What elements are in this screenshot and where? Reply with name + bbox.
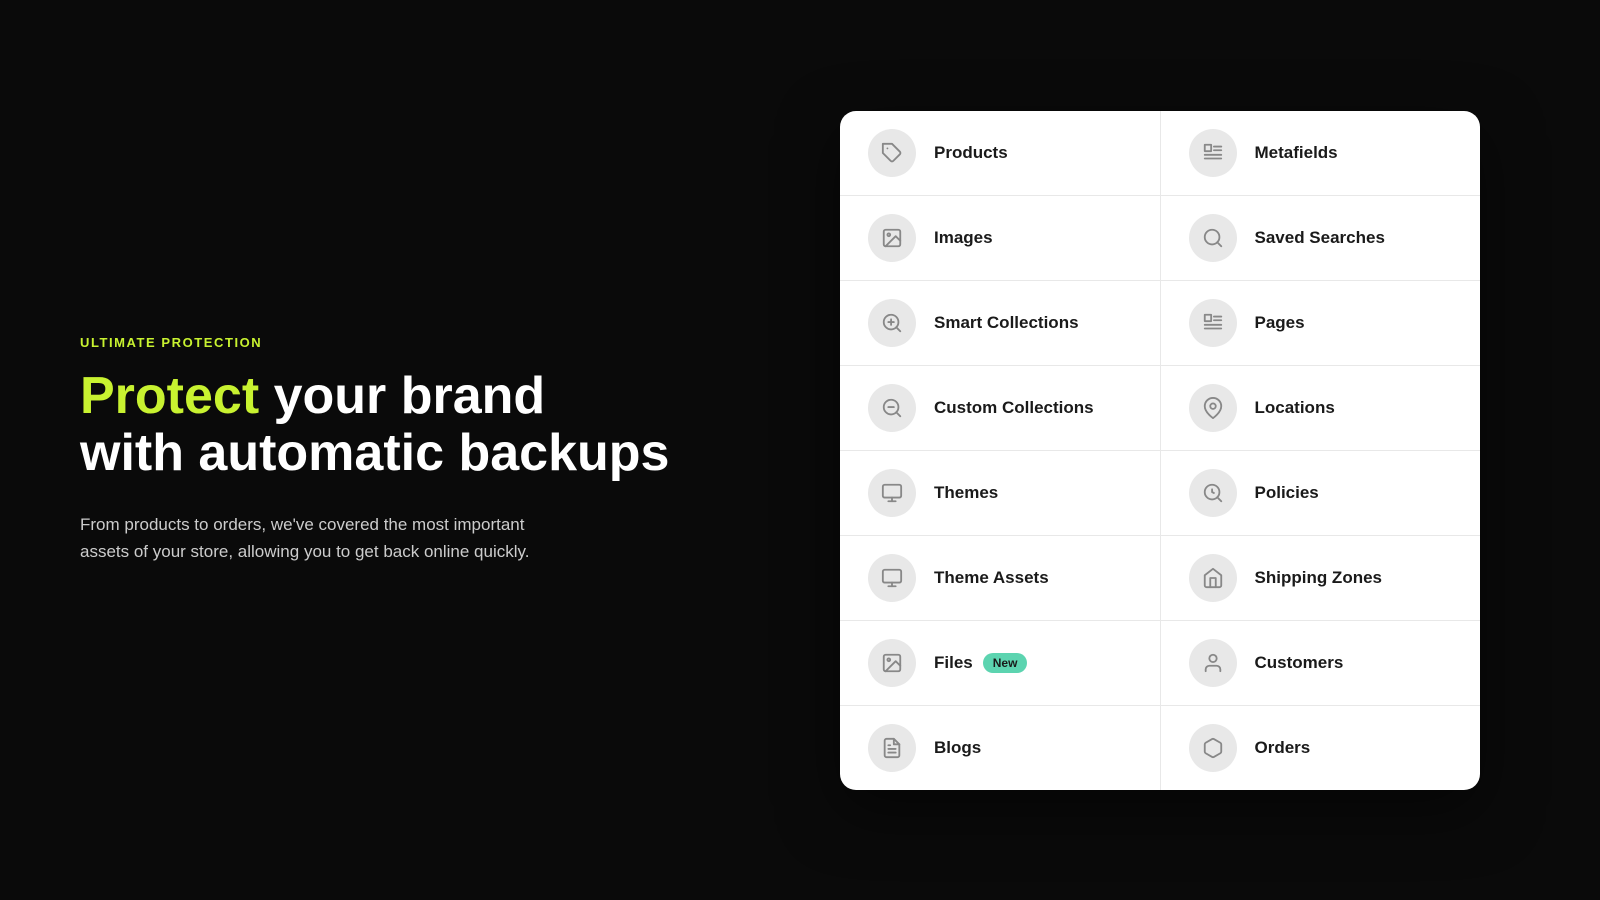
shipping-zones-cell[interactable]: Shipping Zones xyxy=(1161,536,1481,620)
policies-cell[interactable]: Policies xyxy=(1161,451,1481,535)
theme-assets-cell[interactable]: Theme Assets xyxy=(840,536,1161,620)
products-icon xyxy=(868,129,916,177)
blogs-icon xyxy=(868,724,916,772)
pages-cell[interactable]: Pages xyxy=(1161,281,1481,365)
products-cell[interactable]: Products xyxy=(840,111,1161,195)
files-icon xyxy=(868,639,916,687)
themes-cell[interactable]: Themes xyxy=(840,451,1161,535)
themes-icon xyxy=(868,469,916,517)
products-label: Products xyxy=(934,143,1008,163)
custom-collections-icon xyxy=(868,384,916,432)
grid-row: Theme Assets Shipping Zones xyxy=(840,536,1480,621)
policies-icon xyxy=(1189,469,1237,517)
images-cell[interactable]: Images xyxy=(840,196,1161,280)
metafields-icon xyxy=(1189,129,1237,177)
left-panel: ULTIMATE PROTECTION Protect your brand w… xyxy=(0,275,760,625)
pages-icon xyxy=(1189,299,1237,347)
grid-row: Files New Customers xyxy=(840,621,1480,706)
new-badge: New xyxy=(983,653,1028,673)
themes-label: Themes xyxy=(934,483,998,503)
orders-cell[interactable]: Orders xyxy=(1161,706,1481,790)
files-label: Files New xyxy=(934,653,1027,673)
shipping-zones-icon xyxy=(1189,554,1237,602)
shipping-zones-label: Shipping Zones xyxy=(1255,568,1383,588)
orders-icon xyxy=(1189,724,1237,772)
grid-row: Smart Collections Pages xyxy=(840,281,1480,366)
grid-row: Images Saved Searches xyxy=(840,196,1480,281)
customers-cell[interactable]: Customers xyxy=(1161,621,1481,705)
custom-collections-label: Custom Collections xyxy=(934,398,1094,418)
grid-row: Products Metafields xyxy=(840,111,1480,196)
orders-label: Orders xyxy=(1255,738,1311,758)
smart-collections-cell[interactable]: Smart Collections xyxy=(840,281,1161,365)
pages-label: Pages xyxy=(1255,313,1305,333)
saved-searches-cell[interactable]: Saved Searches xyxy=(1161,196,1481,280)
saved-searches-label: Saved Searches xyxy=(1255,228,1385,248)
smart-collections-icon xyxy=(868,299,916,347)
locations-label: Locations xyxy=(1255,398,1335,418)
blogs-label: Blogs xyxy=(934,738,981,758)
smart-collections-label: Smart Collections xyxy=(934,313,1079,333)
headline-highlight: Protect xyxy=(80,367,259,425)
headline: Protect your brand with automatic backup… xyxy=(80,368,680,482)
eyebrow-label: ULTIMATE PROTECTION xyxy=(80,335,680,350)
feature-grid: Products Metafields xyxy=(840,111,1480,790)
custom-collections-cell[interactable]: Custom Collections xyxy=(840,366,1161,450)
customers-label: Customers xyxy=(1255,653,1344,673)
theme-assets-label: Theme Assets xyxy=(934,568,1049,588)
saved-searches-icon xyxy=(1189,214,1237,262)
blogs-cell[interactable]: Blogs xyxy=(840,706,1161,790)
images-label: Images xyxy=(934,228,993,248)
grid-row: Blogs Orders xyxy=(840,706,1480,790)
policies-label: Policies xyxy=(1255,483,1319,503)
customers-icon xyxy=(1189,639,1237,687)
locations-cell[interactable]: Locations xyxy=(1161,366,1481,450)
subtext: From products to orders, we've covered t… xyxy=(80,511,560,565)
right-panel: Products Metafields xyxy=(760,51,1600,850)
files-cell[interactable]: Files New xyxy=(840,621,1161,705)
metafields-cell[interactable]: Metafields xyxy=(1161,111,1481,195)
locations-icon xyxy=(1189,384,1237,432)
grid-row: Themes Policies xyxy=(840,451,1480,536)
metafields-label: Metafields xyxy=(1255,143,1338,163)
grid-row: Custom Collections Locations xyxy=(840,366,1480,451)
theme-assets-icon xyxy=(868,554,916,602)
images-icon xyxy=(868,214,916,262)
